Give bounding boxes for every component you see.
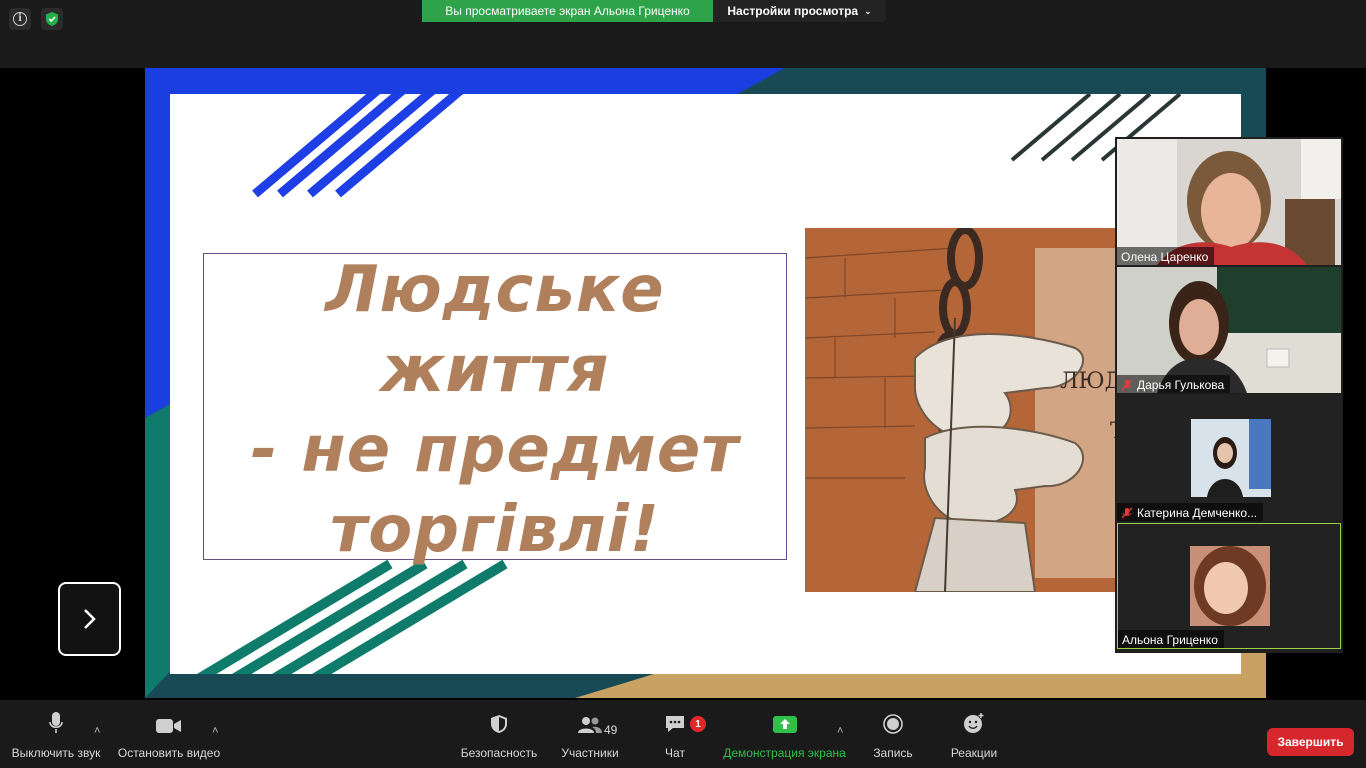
- participant-name-tag: Альона Гриценко: [1118, 630, 1224, 648]
- microphone-icon: [49, 712, 63, 733]
- audio-options-caret[interactable]: ˄: [94, 725, 100, 737]
- art-text-line1: ЛЮД: [1060, 369, 1123, 394]
- security-shield-icon: [491, 715, 507, 733]
- chat-button[interactable]: Чат: [654, 700, 696, 768]
- participant-tile[interactable]: Олена Царенко: [1117, 139, 1341, 265]
- slide-card: Людське життя - не предмет торгівлі! ЛЮД: [170, 94, 1241, 674]
- participants-count: 49: [604, 723, 618, 737]
- next-arrow-icon: [83, 609, 96, 629]
- viewing-banner: Вы просматриваете экран Альона Гриценко: [422, 0, 713, 22]
- record-button[interactable]: Запись: [868, 700, 918, 768]
- mute-label: Выключить звук: [11, 746, 101, 760]
- participant-tile-active-speaker[interactable]: Альона Гриценко: [1117, 523, 1341, 649]
- participants-label: Участники: [561, 746, 619, 760]
- participant-name-tag: Дарья Гулькова: [1117, 375, 1231, 393]
- muted-mic-icon: [1121, 379, 1133, 391]
- chained-hands-illustration: ЛЮД ТО: [805, 228, 1150, 592]
- reactions-label: Реакции: [950, 746, 998, 760]
- view-options-button[interactable]: Настройки просмотра ⌄: [713, 0, 886, 22]
- record-icon: [883, 714, 903, 734]
- participant-name-tag: Катерина Демченко...: [1117, 503, 1264, 521]
- mute-button[interactable]: Выключить звук: [8, 700, 104, 768]
- slide-title-box: Людське життя - не предмет торгівлі!: [203, 253, 787, 567]
- chevron-down-icon: ⌄: [864, 5, 872, 16]
- meeting-toolbar: Выключить звук ˄ Остановить видео ˄ Безо…: [0, 700, 1366, 768]
- share-screen-button[interactable]: Демонстрация экрана: [721, 700, 848, 768]
- shared-screen: Людське життя - не предмет торгівлі! ЛЮД…: [0, 68, 1366, 700]
- share-screen-icon: [772, 716, 797, 733]
- share-screen-label: Демонстрация экрана: [723, 746, 846, 760]
- shield-icon[interactable]: [41, 8, 63, 30]
- stop-video-label: Остановить видео: [117, 746, 221, 760]
- next-arrow-button[interactable]: [58, 582, 121, 656]
- muted-mic-icon: [1121, 507, 1133, 519]
- video-options-caret[interactable]: ˄: [212, 725, 218, 737]
- participant-tile[interactable]: Катерина Демченко...: [1117, 395, 1341, 521]
- participant-avatar: [1118, 524, 1339, 647]
- stop-video-button[interactable]: Остановить видео: [116, 700, 222, 768]
- reactions-icon: [964, 713, 984, 733]
- presentation-slide: Людське життя - не предмет торгівлі! ЛЮД: [145, 68, 1266, 698]
- chat-icon: [666, 716, 684, 732]
- chat-label: Чат: [665, 746, 685, 760]
- reactions-button[interactable]: Реакции: [947, 700, 1001, 768]
- record-label: Запись: [873, 746, 913, 760]
- chat-unread-badge: 1: [690, 716, 706, 732]
- participants-video-panel: Олена Царенко Дарья Гулькова Катерина Де…: [1115, 137, 1343, 653]
- security-label: Безопасность: [460, 746, 538, 760]
- info-icon[interactable]: i: [9, 8, 31, 30]
- top-bar: i Вы просматриваете экран Альона Гриценк…: [0, 0, 1366, 68]
- participants-icon: [578, 717, 602, 733]
- view-options-label: Настройки просмотра: [727, 4, 859, 18]
- participant-tile[interactable]: Дарья Гулькова: [1117, 267, 1341, 393]
- share-options-caret[interactable]: ˄: [837, 725, 843, 737]
- slide-title: Людське життя - не предмет торгівлі!: [250, 252, 740, 567]
- video-camera-icon: [156, 719, 181, 733]
- end-meeting-button[interactable]: Завершить: [1267, 728, 1354, 756]
- participant-name-tag: Олена Царенко: [1117, 247, 1215, 265]
- security-button[interactable]: Безопасность: [459, 700, 539, 768]
